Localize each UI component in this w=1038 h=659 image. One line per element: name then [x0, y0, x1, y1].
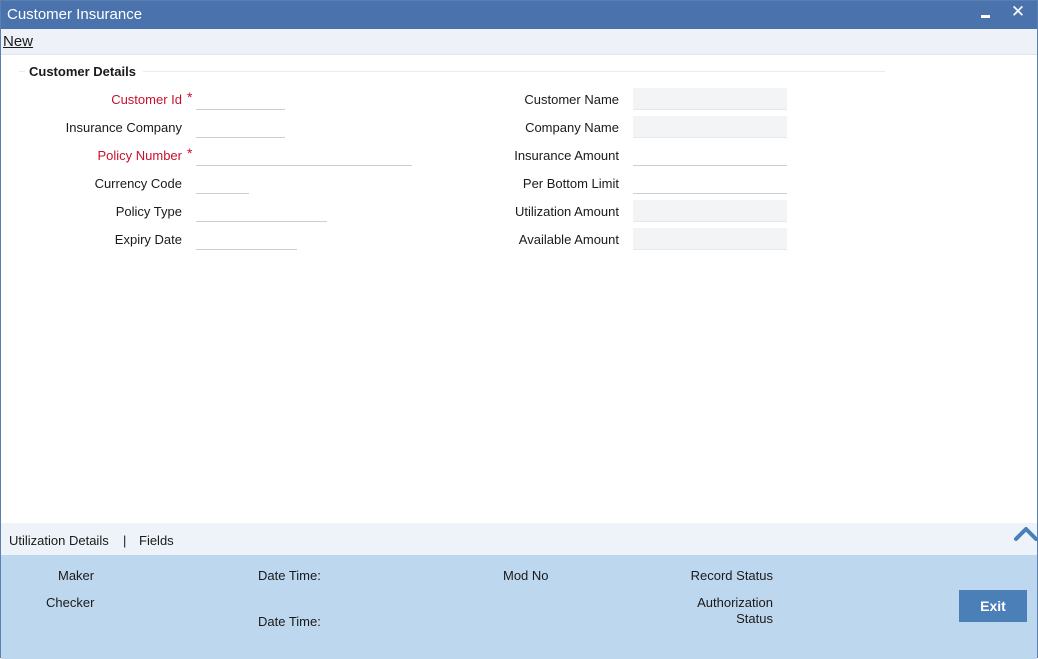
checker-date-time-label: Date Time:: [258, 614, 321, 629]
checker-label: Checker: [46, 595, 95, 610]
window-title: Customer Insurance: [7, 6, 143, 23]
customer-name-field: [633, 88, 787, 110]
maker-date-time-label: Date Time:: [258, 568, 321, 583]
authorization-label: Authorization: [697, 595, 773, 610]
mod-no-label: Mod No: [503, 568, 549, 583]
record-status-label: Record Status: [690, 568, 773, 583]
tab-separator: |: [123, 533, 127, 548]
audit-footer: Maker Checker Date Time: Date Time: Mod …: [1, 555, 1037, 659]
customer-id-input[interactable]: [196, 88, 285, 110]
per-bottom-limit-label: Per Bottom Limit: [522, 176, 619, 191]
insurance-company-label: Insurance Company: [65, 120, 182, 135]
policy-type-label: Policy Type: [115, 204, 182, 219]
insurance-amount-label: Insurance Amount: [514, 148, 619, 163]
chevron-up-icon[interactable]: [1014, 525, 1038, 543]
expiry-date-input[interactable]: [196, 228, 297, 250]
exit-button[interactable]: Exit: [959, 590, 1027, 622]
section-divider: [19, 71, 885, 72]
authorization-status-label: Status: [736, 611, 773, 626]
section-title: Customer Details: [29, 64, 136, 79]
currency-code-label: Currency Code: [94, 176, 182, 191]
policy-number-required-marker: *: [187, 145, 193, 161]
customer-insurance-window: Customer Insurance ✕ New Customer Detail…: [0, 0, 1038, 659]
policy-type-input[interactable]: [196, 200, 327, 222]
tab-fields[interactable]: Fields: [139, 533, 174, 548]
maker-label: Maker: [58, 568, 95, 583]
expiry-date-label: Expiry Date: [114, 232, 182, 247]
company-name-field: [633, 116, 787, 138]
per-bottom-limit-input[interactable]: [633, 172, 787, 194]
customer-name-label: Customer Name: [524, 92, 619, 107]
menu-bar: New: [1, 29, 1037, 55]
utilization-amount-label: Utilization Amount: [514, 204, 619, 219]
title-bar: Customer Insurance ✕: [1, 1, 1037, 29]
currency-code-input[interactable]: [196, 172, 249, 194]
policy-number-input[interactable]: [196, 144, 412, 166]
customer-id-required-marker: *: [187, 89, 193, 105]
tab-utilization-details[interactable]: Utilization Details: [9, 533, 109, 548]
customer-id-label: Customer Id: [111, 92, 182, 107]
insurance-amount-input[interactable]: [633, 144, 787, 166]
new-menu-link[interactable]: New: [3, 33, 33, 50]
close-icon[interactable]: ✕: [1008, 2, 1028, 24]
subsystem-tab-bar: Utilization Details | Fields: [1, 523, 1037, 555]
minimize-icon[interactable]: [976, 3, 996, 25]
available-amount-field: [633, 228, 787, 250]
policy-number-label: Policy Number: [97, 148, 182, 163]
company-name-label: Company Name: [525, 120, 619, 135]
available-amount-label: Available Amount: [518, 232, 619, 247]
utilization-amount-field: [633, 200, 787, 222]
insurance-company-input[interactable]: [196, 116, 285, 138]
